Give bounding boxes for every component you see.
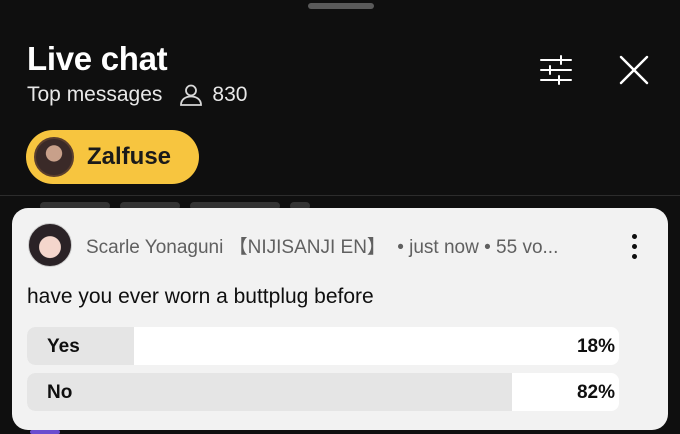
poll-option-label: Yes (47, 336, 80, 357)
person-icon (178, 83, 204, 107)
poll-option-no[interactable]: No 82% (27, 373, 619, 411)
poll-header: Scarle Yonaguni 【NIJISANJI EN】 • just no… (86, 232, 558, 259)
drag-handle[interactable] (308, 3, 374, 9)
divider (0, 195, 680, 196)
close-icon (618, 54, 650, 91)
close-button[interactable] (614, 52, 654, 92)
poll-card: Scarle Yonaguni 【NIJISANJI EN】 • just no… (12, 208, 668, 430)
pinned-user-name: Zalfuse (87, 143, 172, 170)
chat-mode-label[interactable]: Top messages (27, 83, 162, 107)
chat-mode-row: Top messages 830 (27, 83, 247, 107)
poll-option-percent: 82% (576, 382, 615, 403)
avatar (28, 223, 72, 267)
poll-option-bar (27, 373, 513, 411)
filter-button[interactable] (536, 52, 576, 92)
poll-meta: • just now • 55 vo... (397, 237, 559, 258)
poll-author: Scarle Yonaguni 【NIJISANJI EN】 (86, 237, 386, 258)
page-title: Live chat (27, 40, 168, 77)
poll-option-percent: 18% (576, 336, 615, 357)
more-options-button[interactable] (620, 226, 648, 266)
pinned-user-chip[interactable]: Zalfuse (26, 130, 199, 184)
sliders-icon (539, 54, 573, 90)
poll-option-label: No (47, 382, 73, 403)
avatar (34, 137, 74, 177)
poll-option-bar (27, 327, 134, 365)
more-vert-icon (631, 233, 637, 259)
background-chat-avatar (30, 430, 60, 434)
poll-question: have you ever worn a buttplug before (27, 285, 374, 308)
viewer-count: 830 (212, 83, 248, 106)
poll-option-yes[interactable]: Yes 18% (27, 327, 619, 365)
